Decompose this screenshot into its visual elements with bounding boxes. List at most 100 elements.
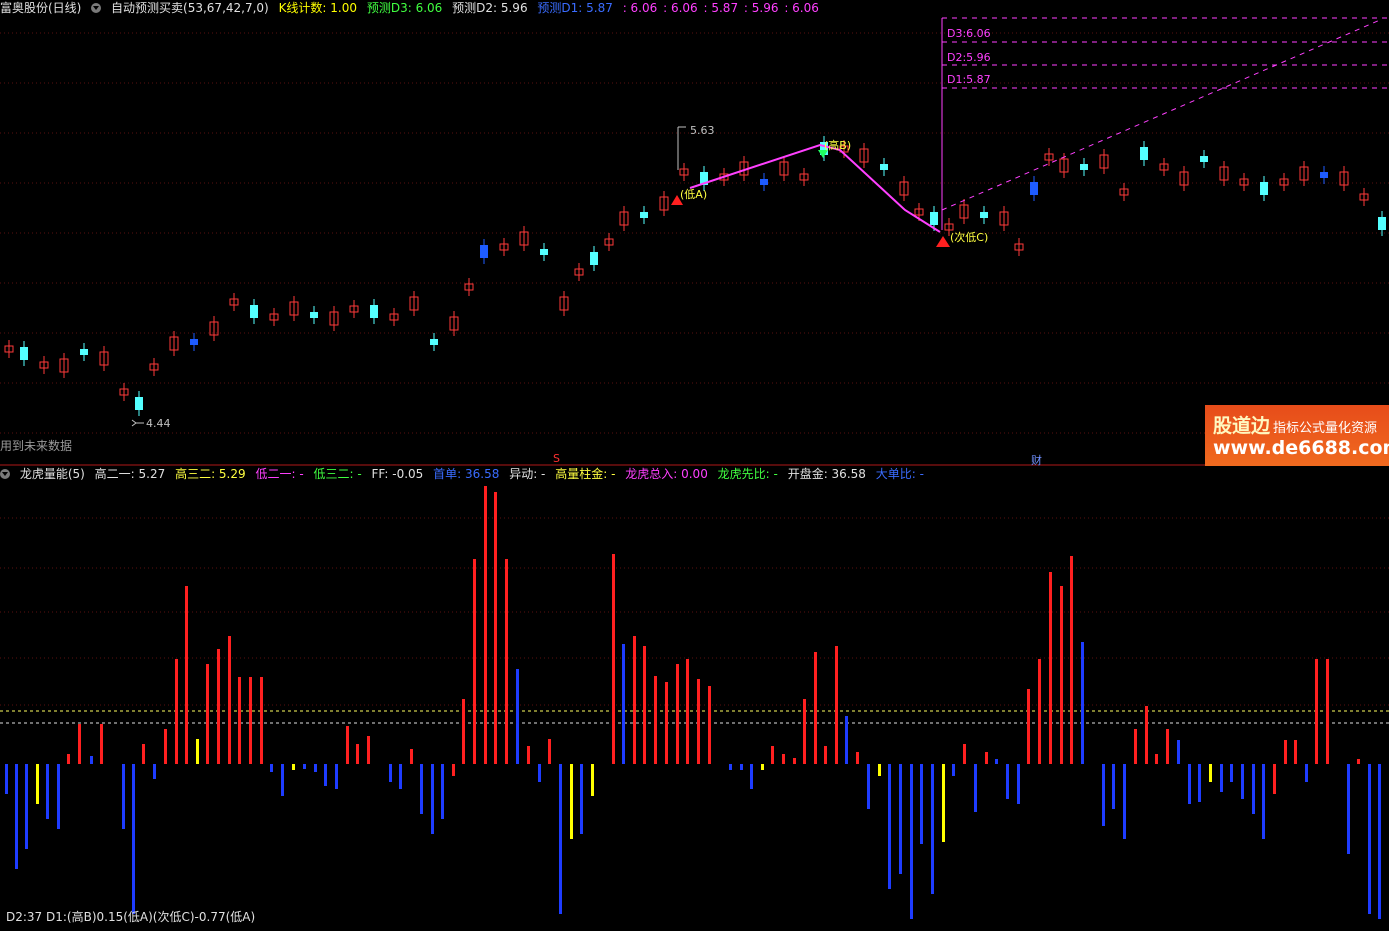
energy-bar bbox=[100, 724, 103, 764]
energy-bar bbox=[324, 764, 327, 786]
s-marker: S bbox=[553, 452, 560, 465]
energy-bar bbox=[1145, 706, 1148, 764]
energy-bar bbox=[389, 764, 392, 782]
energy-bar bbox=[761, 764, 764, 770]
glzj-value: 高量柱金: - bbox=[555, 467, 616, 481]
energy-bar bbox=[942, 764, 945, 842]
high-price-label: 5.63 bbox=[690, 124, 715, 137]
candle-body bbox=[1200, 156, 1208, 162]
energy-bar bbox=[5, 764, 8, 794]
energy-bar bbox=[1070, 556, 1073, 764]
energy-bar bbox=[132, 764, 135, 914]
energy-bar bbox=[1284, 740, 1287, 764]
energy-bar bbox=[431, 764, 434, 834]
energy-bar bbox=[303, 764, 306, 769]
energy-bar bbox=[963, 744, 966, 764]
candle-body bbox=[135, 397, 143, 410]
candle-body bbox=[590, 252, 598, 265]
energy-bar bbox=[527, 746, 530, 764]
candle-body bbox=[430, 339, 438, 345]
energy-bar bbox=[36, 764, 39, 804]
energy-bar bbox=[548, 739, 551, 764]
energy-bar bbox=[1209, 764, 1212, 782]
energy-bar bbox=[15, 764, 18, 869]
energy-bar bbox=[538, 764, 541, 782]
energy-bar bbox=[622, 644, 625, 764]
energy-bar bbox=[90, 756, 93, 764]
energy-bar bbox=[484, 486, 487, 764]
collapse-icon[interactable] bbox=[0, 469, 10, 479]
energy-bar bbox=[931, 764, 934, 894]
energy-bar bbox=[1347, 764, 1350, 854]
energy-bar bbox=[206, 664, 209, 764]
energy-bar bbox=[270, 764, 273, 772]
energy-bar bbox=[452, 764, 455, 776]
candle-body bbox=[1378, 217, 1386, 230]
energy-bar bbox=[559, 764, 562, 914]
energy-bar bbox=[1368, 764, 1371, 914]
footer-readout: D2:37 D1:(高B)0.15(低A)(次低C)-0.77(低A) bbox=[6, 910, 256, 924]
energy-bar bbox=[1241, 764, 1244, 799]
energy-bar bbox=[729, 764, 732, 770]
candle-body bbox=[190, 339, 198, 345]
energy-bar bbox=[824, 746, 827, 764]
energy-bar bbox=[633, 636, 636, 764]
energy-bar bbox=[217, 649, 220, 764]
energy-bar bbox=[281, 764, 284, 796]
candle-body bbox=[480, 245, 488, 258]
energy-bar bbox=[153, 764, 156, 779]
energy-bar bbox=[1112, 764, 1115, 809]
energy-bar bbox=[185, 586, 188, 764]
candle-body bbox=[250, 305, 258, 318]
d2-value: 低二一: - bbox=[255, 467, 304, 481]
buy-arrow-c bbox=[936, 236, 950, 247]
energy-bar bbox=[686, 659, 689, 764]
candle-body bbox=[370, 305, 378, 318]
energy-bar bbox=[516, 669, 519, 764]
low-c-label: (次低C) bbox=[950, 231, 989, 244]
energy-bar bbox=[1252, 764, 1255, 814]
candle-body bbox=[310, 312, 318, 318]
energy-bar bbox=[1102, 764, 1105, 826]
energy-bar bbox=[835, 646, 838, 764]
energy-bar bbox=[260, 677, 263, 764]
watermark-url: www.de6688.com bbox=[1213, 437, 1389, 459]
low-marker bbox=[131, 419, 144, 427]
energy-bar bbox=[164, 729, 167, 764]
energy-bar bbox=[856, 752, 859, 764]
candle-body bbox=[20, 347, 28, 360]
candle-body bbox=[540, 249, 548, 255]
energy-bar bbox=[25, 764, 28, 849]
energy-bar bbox=[643, 646, 646, 764]
energy-bar bbox=[1273, 764, 1276, 794]
watermark-tagline: 指标公式量化资源 bbox=[1273, 421, 1378, 436]
ddb-value: 大单比: - bbox=[875, 467, 924, 481]
energy-bar bbox=[920, 764, 923, 844]
energy-bar bbox=[1326, 659, 1329, 764]
g2-value: 高二一: 5.27 bbox=[94, 467, 166, 481]
energy-bar bbox=[952, 764, 955, 776]
g3-value: 高三二: 5.29 bbox=[175, 467, 246, 481]
energy-bar bbox=[367, 736, 370, 764]
energy-bar bbox=[814, 652, 817, 764]
energy-bar bbox=[974, 764, 977, 812]
candle-body bbox=[80, 349, 88, 355]
energy-bar bbox=[612, 554, 615, 764]
energy-bar bbox=[1230, 764, 1233, 782]
pattern-line bbox=[689, 143, 941, 233]
candle-body bbox=[1260, 182, 1268, 195]
energy-bar bbox=[1294, 740, 1297, 764]
energy-bar bbox=[1017, 764, 1020, 804]
energy-bar bbox=[410, 749, 413, 764]
energy-bar bbox=[505, 559, 508, 764]
energy-bar bbox=[570, 764, 573, 839]
energy-bar bbox=[314, 764, 317, 772]
energy-bar bbox=[793, 758, 796, 764]
watermark: 股道边 指标公式量化资源 www.de6688.com bbox=[1205, 405, 1389, 466]
low-a-label: (低A) bbox=[680, 188, 708, 201]
energy-bar bbox=[985, 752, 988, 764]
ff-value: FF: -0.05 bbox=[371, 467, 424, 481]
energy-bar bbox=[420, 764, 423, 814]
energy-bar bbox=[771, 746, 774, 764]
candle-body bbox=[760, 179, 768, 185]
